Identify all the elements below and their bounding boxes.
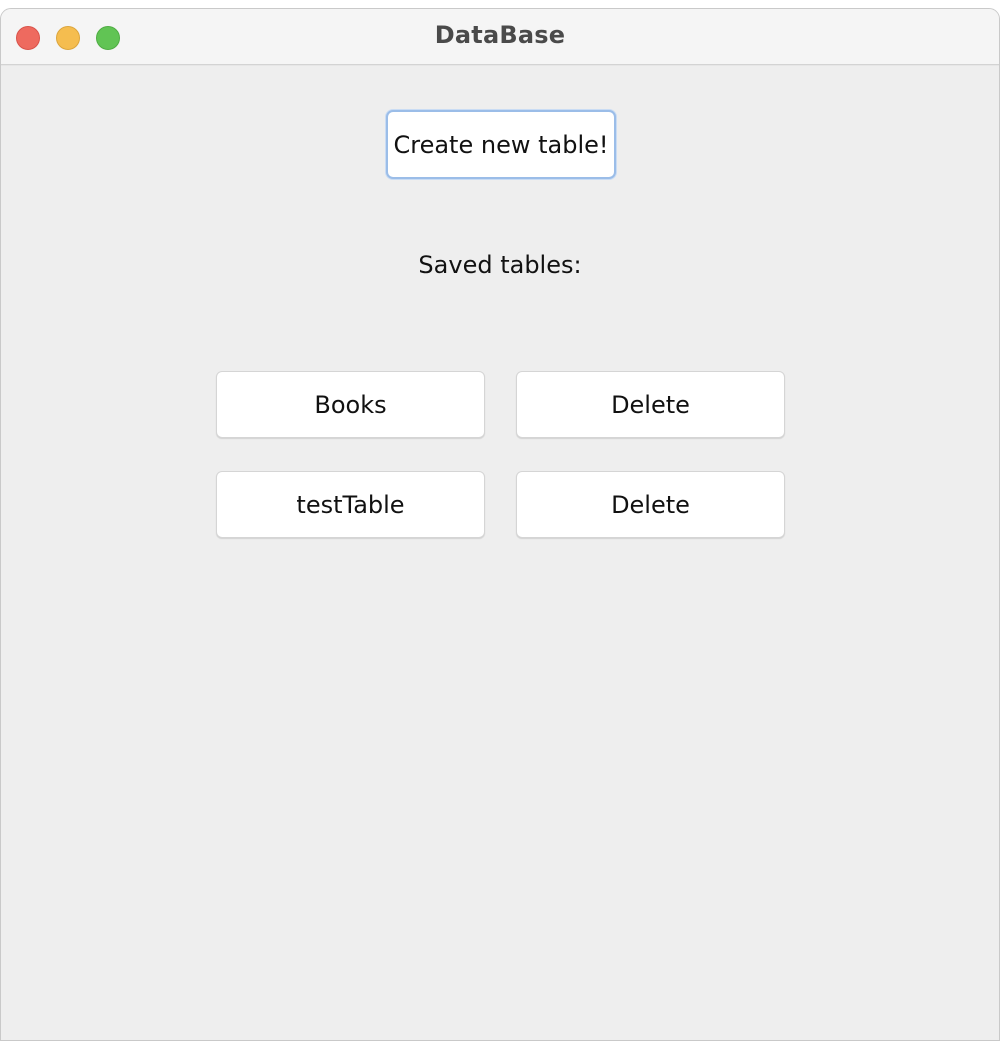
window-title: DataBase (434, 21, 566, 49)
create-new-table-button[interactable]: Create new table! (386, 110, 616, 179)
delete-testtable-button[interactable]: Delete (516, 471, 785, 538)
table-button-books[interactable]: Books (216, 371, 485, 438)
delete-books-button[interactable]: Delete (516, 371, 785, 438)
table-button-testtable[interactable]: testTable (216, 471, 485, 538)
main-panel: Create new table! Saved tables: Books De… (1, 66, 999, 1040)
app-window: DataBase Create new table! Saved tables:… (0, 8, 1000, 1041)
title-bar[interactable]: DataBase (1, 9, 999, 65)
saved-tables-label: Saved tables: (418, 251, 582, 279)
